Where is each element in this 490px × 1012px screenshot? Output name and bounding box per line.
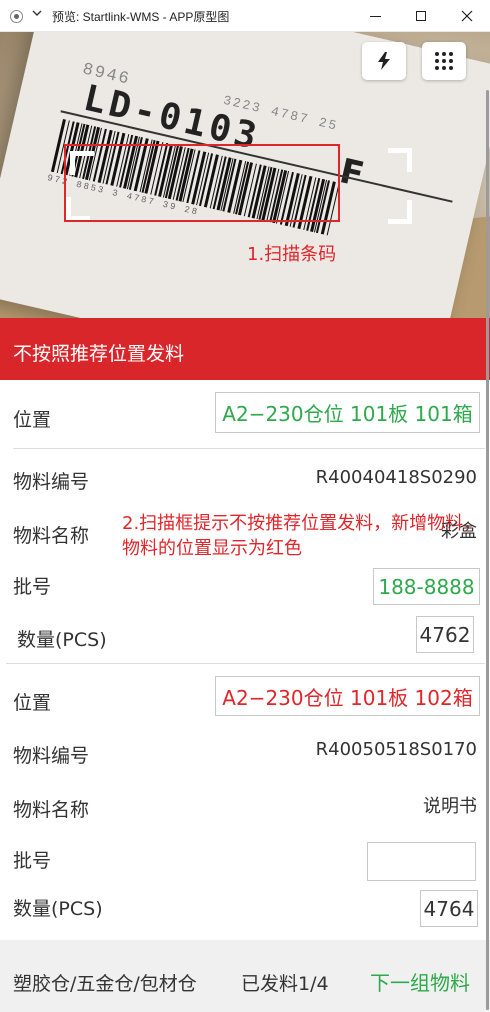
close-icon	[461, 10, 473, 22]
location-value[interactable]: A2−230仓位 101板 102箱	[215, 676, 480, 716]
window-title: 预览: Startlink-WMS - APP原型图	[52, 10, 230, 24]
scan-annotation: 1.扫描条码	[247, 244, 337, 265]
minimize-button[interactable]	[352, 0, 398, 32]
batch-field[interactable]: 188-8888	[373, 568, 480, 605]
material-code-value: R40040418S0290	[315, 467, 477, 488]
location-value[interactable]: A2−230仓位 101板 101箱	[215, 392, 480, 433]
flash-icon	[378, 52, 390, 70]
material-list: 位置 A2−230仓位 101板 101箱 物料编号 R40040418S029…	[0, 380, 490, 940]
bottom-bar: 塑胶仓/五金仓/包材仓 已发料1/4 下一组物料	[0, 940, 490, 1012]
material-name-value: 彩盒	[441, 521, 477, 542]
material-name-label: 物料名称	[13, 799, 90, 821]
scan-highlight-box	[64, 144, 340, 222]
quantity-field[interactable]: 4764	[420, 890, 478, 927]
quantity-label: 数量(PCS)	[17, 629, 107, 651]
flash-button[interactable]	[362, 42, 406, 80]
maximize-icon	[416, 11, 426, 21]
camera-view[interactable]: 8946 3223 4787 25 LD-0103 F 972 8853 3 4…	[0, 32, 490, 318]
material-name-label: 物料名称	[13, 525, 90, 547]
banner-text: 不按照推荐位置发料	[13, 343, 185, 365]
minimize-icon	[369, 15, 381, 17]
scan-corner-bottom-right	[388, 200, 412, 224]
batch-label: 批号	[13, 576, 52, 598]
window-titlebar: 预览: Startlink-WMS - APP原型图	[0, 0, 490, 32]
radio-icon[interactable]	[10, 10, 23, 23]
chevron-down-icon[interactable]	[32, 8, 42, 18]
menu-button[interactable]	[422, 42, 466, 80]
quantity-label: 数量(PCS)	[13, 898, 103, 920]
scrollbar[interactable]	[486, 90, 489, 1010]
issue-progress: 已发料1/4	[241, 973, 329, 995]
material-name-value: 说明书	[423, 796, 477, 817]
material-code-label: 物料编号	[13, 745, 90, 767]
material-code-value: R40050518S0170	[315, 739, 477, 760]
quantity-field[interactable]: 4762	[416, 616, 474, 653]
annotation-note: 2.扫描框提示不按推荐位置发料，新增物料，物料的位置显示为红色	[122, 513, 482, 559]
item-divider	[6, 663, 485, 664]
batch-field[interactable]	[367, 842, 476, 881]
location-label: 位置	[13, 692, 52, 714]
maximize-button[interactable]	[398, 0, 444, 32]
scan-corner-top-right	[388, 148, 412, 172]
warehouse-label: 塑胶仓/五金仓/包材仓	[13, 973, 197, 995]
grid-dots-icon	[435, 52, 453, 70]
location-label: 位置	[13, 409, 52, 431]
next-group-button[interactable]: 下一组物料	[370, 967, 470, 996]
warning-banner: 不按照推荐位置发料	[0, 318, 490, 380]
material-code-label: 物料编号	[13, 471, 90, 493]
divider	[13, 448, 485, 449]
close-button[interactable]	[444, 0, 490, 32]
batch-label: 批号	[13, 850, 52, 872]
